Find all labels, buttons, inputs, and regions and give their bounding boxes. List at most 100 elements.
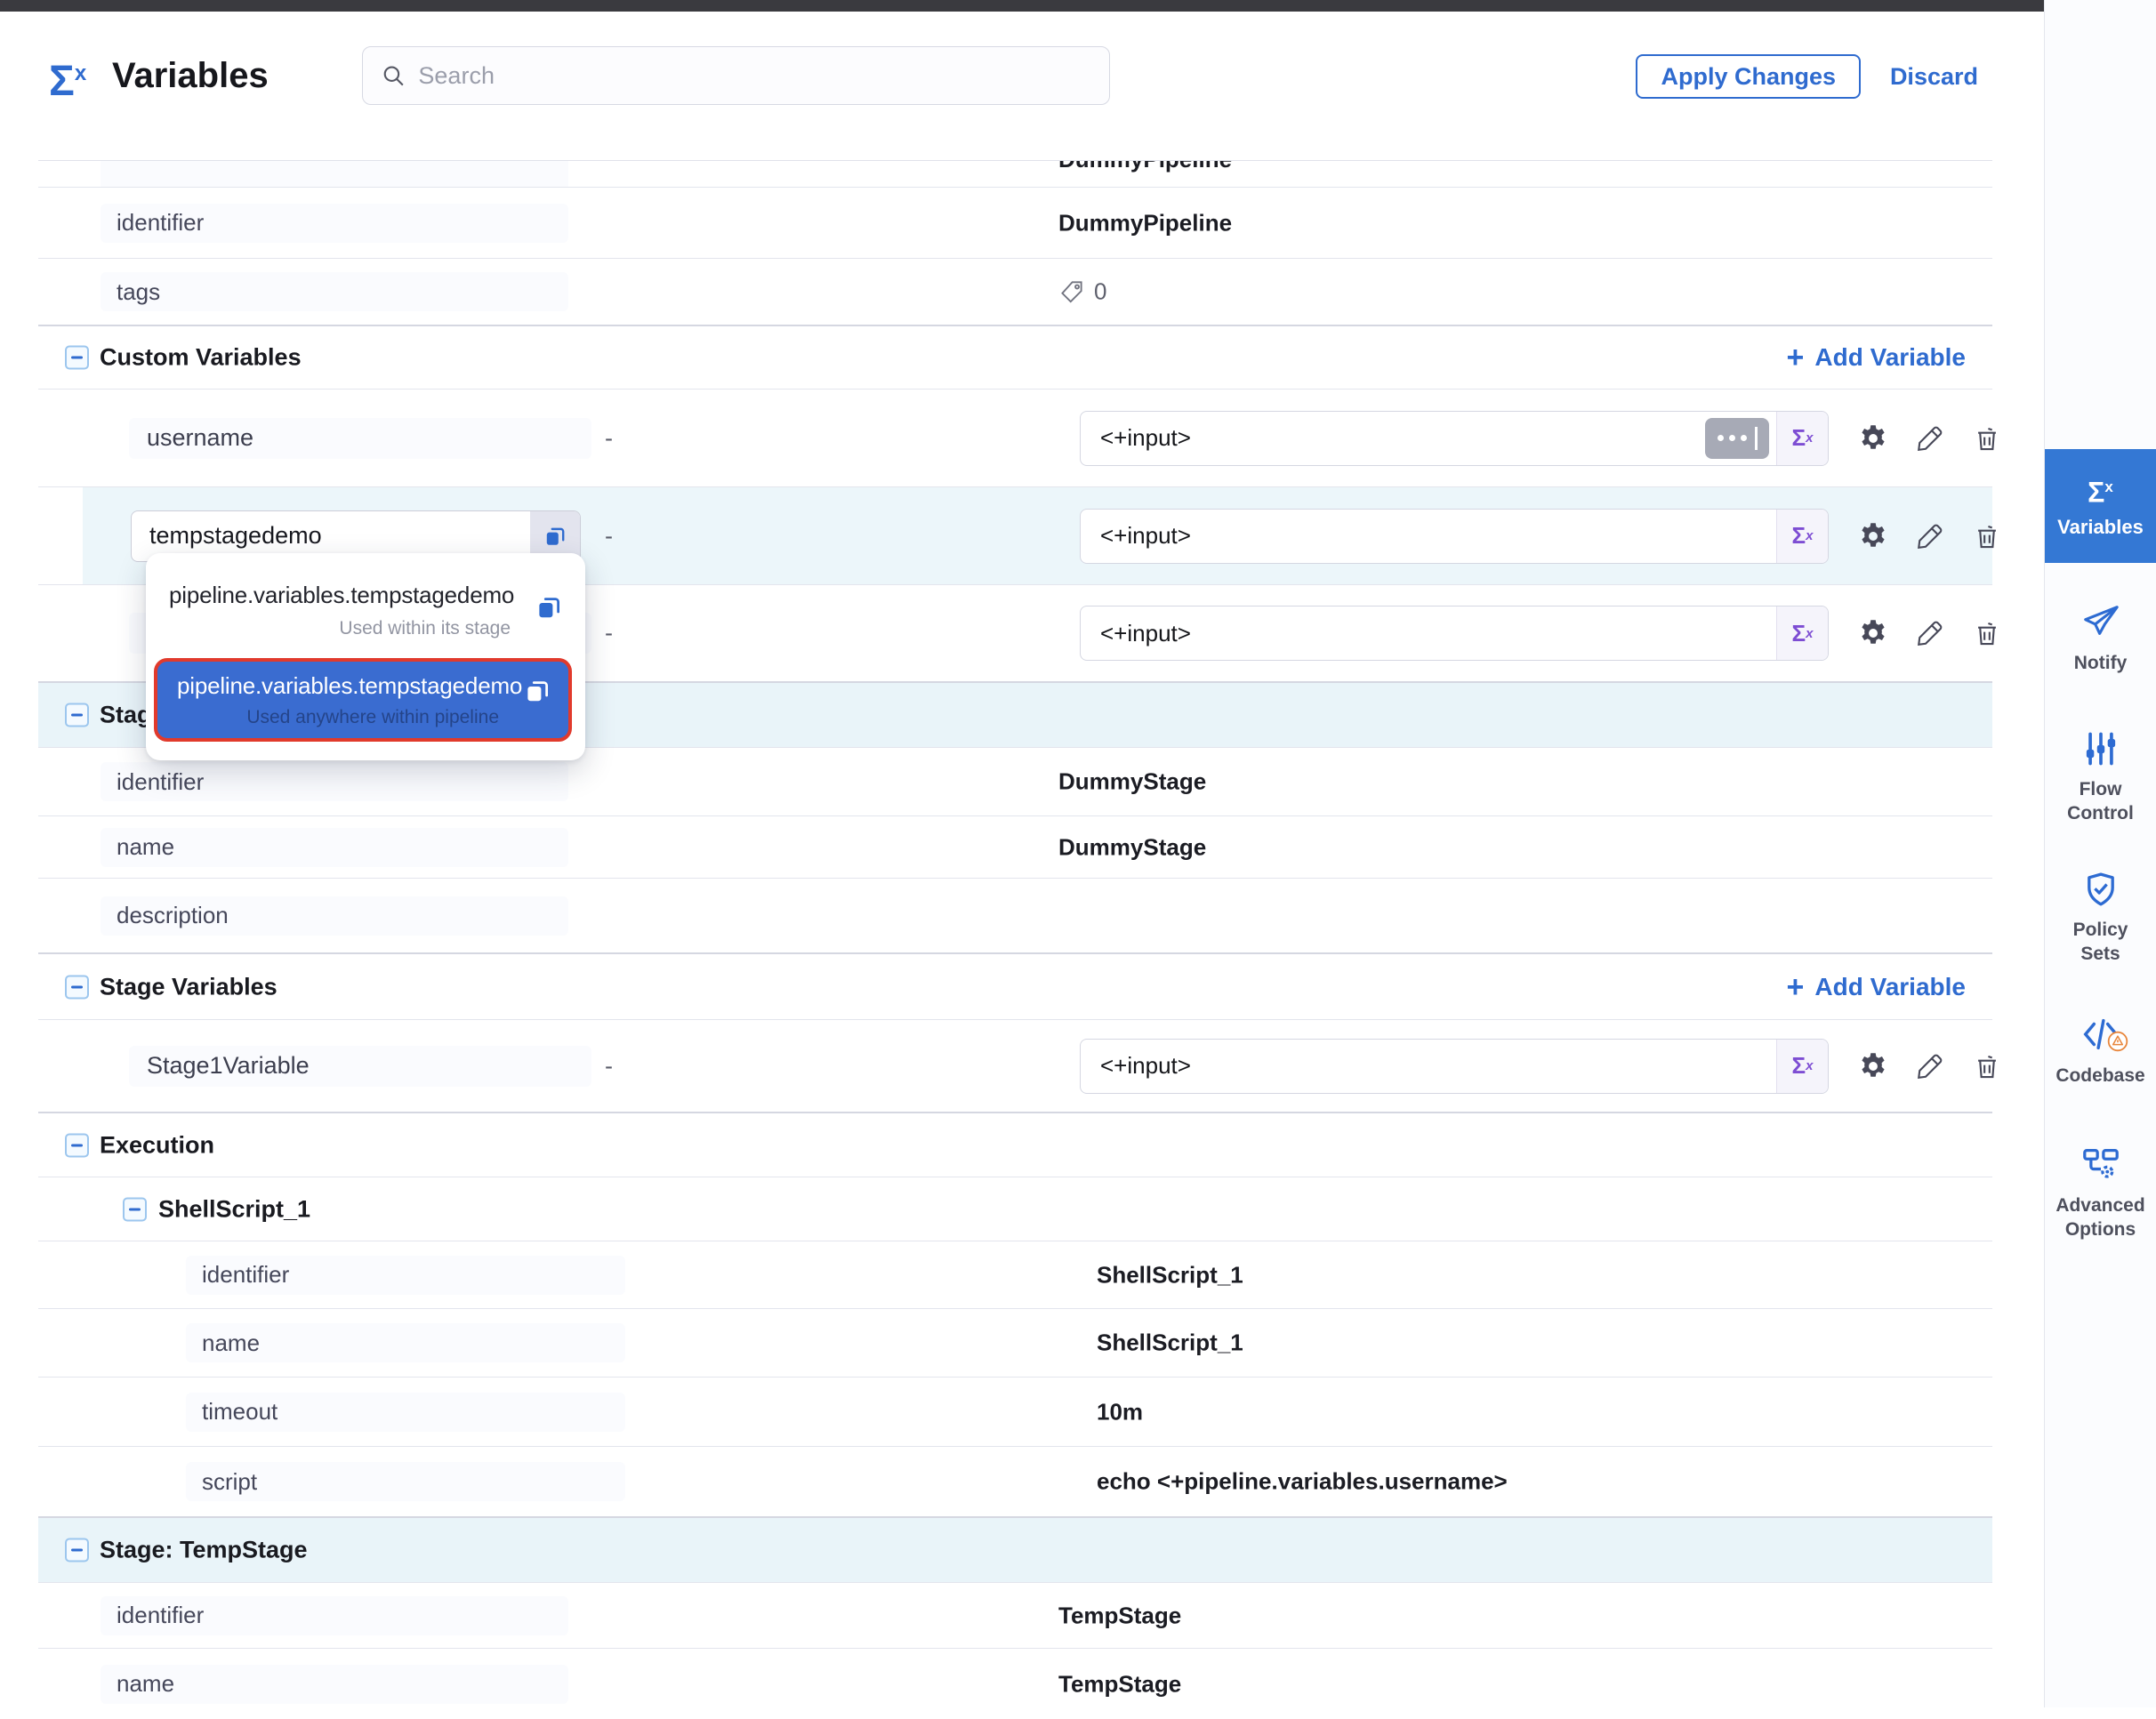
- delete-trash-button[interactable]: [1967, 419, 2007, 458]
- field-value: 10m: [1097, 1398, 1143, 1426]
- field-label: name: [101, 1665, 568, 1704]
- table-row-name: name DummyStage: [38, 815, 1992, 878]
- settings-gear-button[interactable]: [1854, 614, 1893, 653]
- section-row-custom-variables: Custom Variables + Add Variable: [38, 325, 1992, 389]
- reference-scope: Used within its stage: [169, 618, 511, 639]
- delete-trash-button[interactable]: [1967, 1047, 2007, 1086]
- section-title: Stage Variables: [100, 973, 278, 1000]
- expression-toggle-button[interactable]: Σx: [1776, 1040, 1828, 1093]
- collapse-icon[interactable]: [65, 975, 89, 999]
- field-label: identifier: [186, 1256, 625, 1295]
- variable-row-stage1variable: Stage1Variable - <+input> Σx: [38, 1019, 1992, 1112]
- plus-icon: +: [1787, 345, 1805, 370]
- rail-item-notify[interactable]: Notify: [2045, 601, 2156, 675]
- reference-path: pipeline.variables.tempstagedemo: [169, 582, 511, 609]
- variables-panel: Σx Variables Apply Changes Discard Dummy…: [0, 12, 2044, 1707]
- collapse-icon[interactable]: [65, 1133, 89, 1157]
- field-value: echo <+pipeline.variables.username>: [1097, 1468, 1508, 1496]
- copy-icon[interactable]: [535, 594, 562, 625]
- edit-pencil-button[interactable]: [1911, 419, 1950, 458]
- field-value: DummyStage: [1058, 833, 1206, 861]
- rail-item-flow-control[interactable]: Flow Control: [2045, 729, 2156, 825]
- field-label: name: [101, 828, 568, 867]
- rail-item-label: Codebase: [2055, 1064, 2147, 1088]
- section-row-execution: Execution: [38, 1112, 1992, 1177]
- variable-type-dash: -: [605, 522, 613, 550]
- delete-trash-button[interactable]: [1967, 517, 2007, 556]
- page-title: Variables: [112, 56, 269, 95]
- expression-toggle-button[interactable]: Σx: [1776, 510, 1828, 563]
- settings-gear-button[interactable]: [1854, 419, 1893, 458]
- variable-value-input[interactable]: <+input> Σx: [1080, 509, 1829, 564]
- delete-trash-button[interactable]: [1967, 614, 2007, 653]
- sliders-icon: [2081, 729, 2120, 768]
- settings-gear-button[interactable]: [1854, 517, 1893, 556]
- variable-value-input[interactable]: <+input> Σx: [1080, 411, 1829, 466]
- variable-type-dash: -: [605, 1052, 613, 1080]
- field-label: timeout: [186, 1393, 625, 1432]
- copy-icon[interactable]: [524, 678, 551, 709]
- section-row-stage-tempstage: Stage: TempStage: [38, 1516, 1992, 1582]
- edit-pencil-button[interactable]: [1911, 614, 1950, 653]
- field-value: DummyPipeline: [1058, 209, 1232, 237]
- variable-name: Stage1Variable: [129, 1046, 591, 1087]
- edit-pencil-button[interactable]: [1911, 1047, 1950, 1086]
- warning-badge-icon: [2107, 1031, 2128, 1058]
- field-label: script: [186, 1462, 625, 1501]
- search-box[interactable]: [362, 46, 1110, 105]
- field-value: TempStage: [1058, 1670, 1181, 1698]
- rail-item-codebase[interactable]: Codebase: [2045, 1014, 2156, 1088]
- search-input[interactable]: [418, 62, 1091, 90]
- reference-option-pipeline-scope-selected[interactable]: pipeline.variables.tempstagedemo Used an…: [154, 658, 572, 742]
- variable-name: username: [129, 418, 591, 459]
- panel-header: Σx Variables Apply Changes Discard: [0, 12, 2044, 149]
- section-title: Stage: TempStage: [100, 1537, 308, 1564]
- table-row-name: name ShellScript_1: [38, 1308, 1992, 1377]
- discard-button[interactable]: Discard: [1890, 54, 1978, 99]
- section-title: Custom Variables: [100, 344, 302, 372]
- field-value: ShellScript_1: [1097, 1329, 1243, 1357]
- settings-gear-button[interactable]: [1854, 1047, 1893, 1086]
- paper-plane-icon: [2080, 601, 2121, 642]
- field-value: TempStage: [1058, 1602, 1181, 1629]
- variables-sigma-icon: Σx: [49, 52, 86, 103]
- reference-scope: Used anywhere within pipeline: [177, 707, 499, 728]
- collapse-icon[interactable]: [123, 1197, 147, 1221]
- rail-item-variables[interactable]: Σx Variables: [2045, 449, 2156, 563]
- table-row-name: name TempStage: [38, 1648, 1992, 1719]
- add-variable-button[interactable]: + Add Variable: [1787, 973, 1966, 1001]
- table-row-clipped: DummyPipeline: [38, 160, 1992, 187]
- field-value: DummyPipeline: [1058, 160, 1232, 171]
- rail-item-policy-sets[interactable]: Policy Sets: [2045, 870, 2156, 966]
- rail-item-advanced-options[interactable]: Advanced Options: [2045, 1144, 2156, 1241]
- section-title: ShellScript_1: [158, 1195, 310, 1223]
- field-label: [101, 160, 568, 187]
- field-label: description: [101, 896, 568, 936]
- add-variable-button[interactable]: + Add Variable: [1787, 343, 1966, 372]
- field-value: ShellScript_1: [1097, 1261, 1243, 1289]
- reference-path: pipeline.variables.tempstagedemo: [177, 672, 499, 700]
- edit-pencil-button[interactable]: [1911, 517, 1950, 556]
- field-value: DummyStage: [1058, 768, 1206, 796]
- runtime-input-settings-button[interactable]: [1705, 418, 1769, 459]
- expression-toggle-button[interactable]: Σx: [1776, 412, 1828, 465]
- collapse-icon[interactable]: [65, 1538, 89, 1562]
- collapse-icon[interactable]: [65, 703, 89, 727]
- shield-check-icon: [2081, 870, 2120, 909]
- field-label: tags: [101, 272, 568, 311]
- tag-icon: [1058, 278, 1085, 305]
- search-icon: [381, 62, 406, 89]
- collapse-icon[interactable]: [65, 346, 89, 370]
- reference-option-stage-scope[interactable]: pipeline.variables.tempstagedemo Used wi…: [146, 553, 585, 639]
- flowchart-gear-icon: [2080, 1144, 2121, 1185]
- table-row-identifier: identifier TempStage: [38, 1582, 1992, 1648]
- variable-value-input[interactable]: <+input> Σx: [1080, 606, 1829, 661]
- section-title: Execution: [100, 1131, 214, 1159]
- rail-item-label: Policy Sets: [2055, 918, 2147, 966]
- field-label: name: [186, 1323, 625, 1362]
- rail-item-label: Advanced Options: [2055, 1193, 2147, 1241]
- variable-value-input[interactable]: <+input> Σx: [1080, 1039, 1829, 1094]
- expression-toggle-button[interactable]: Σx: [1776, 606, 1828, 660]
- apply-changes-button[interactable]: Apply Changes: [1636, 54, 1861, 99]
- table-row-script: script echo <+pipeline.variables.usernam…: [38, 1446, 1992, 1516]
